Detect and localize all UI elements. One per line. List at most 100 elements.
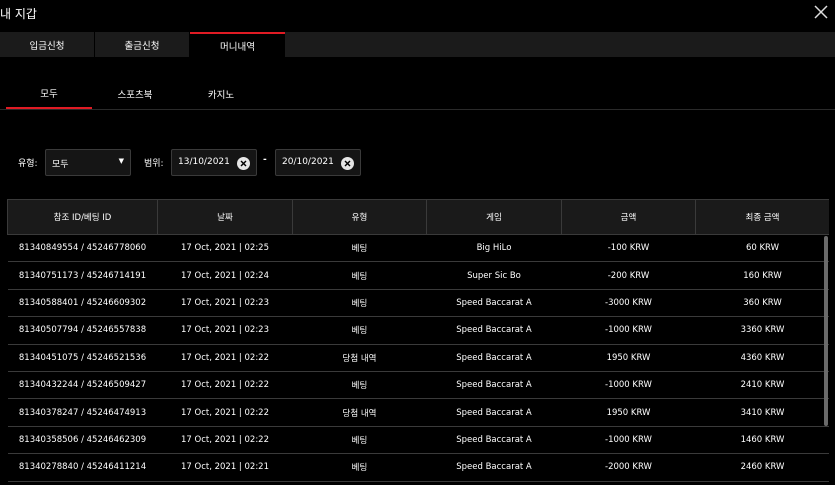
cell-type: 당첨 내역 xyxy=(292,398,427,427)
table-row: 81340588401 / 45246609302 17 Oct, 2021 | … xyxy=(7,289,829,318)
cell-date: 17 Oct, 2021 | 02:22 xyxy=(157,398,293,427)
cell-final-amount: 60 KRW xyxy=(695,234,829,263)
col-header-game: 게임 xyxy=(426,199,562,235)
main-tabs: 입금신청 출금신청 머니내역 xyxy=(0,32,835,57)
date-range-separator: - xyxy=(263,155,267,165)
col-header-ref-id: 참조 ID/베팅 ID xyxy=(7,199,158,235)
cell-game: Speed Baccarat A xyxy=(426,398,562,427)
sub-tabs: 모두 스포츠북 카지노 xyxy=(0,78,835,110)
cell-amount: 1950 KRW xyxy=(561,398,696,427)
cell-type: 베팅 xyxy=(292,371,427,400)
col-header-date: 날짜 xyxy=(157,199,293,235)
cell-amount: -1000 KRW xyxy=(561,316,696,345)
cell-amount: -1000 KRW xyxy=(561,426,696,455)
type-select[interactable]: 모두 ▼ xyxy=(45,149,131,176)
subtab-all[interactable]: 모두 xyxy=(6,78,92,109)
date-from-field[interactable]: 13/10/2021 xyxy=(171,149,257,176)
cell-game: Speed Baccarat A xyxy=(426,453,562,482)
cell-game: Speed Baccarat A xyxy=(426,316,562,345)
close-button[interactable] xyxy=(811,2,831,22)
clear-date-to-button[interactable] xyxy=(341,157,354,170)
cell-date: 17 Oct, 2021 | 02:24 xyxy=(157,261,293,290)
cell-game: Speed Baccarat A xyxy=(426,289,562,318)
cell-type: 당첨 내역 xyxy=(292,344,427,372)
cell-game: Speed Baccarat A xyxy=(426,371,562,400)
cell-final-amount: 4360 KRW xyxy=(695,344,829,372)
table-row: 81340451075 / 45246521536 17 Oct, 2021 | … xyxy=(7,344,829,372)
cell-final-amount: 2460 KRW xyxy=(695,453,829,482)
cell-final-amount: 3410 KRW xyxy=(695,398,829,427)
cell-ref-id: 81340432244 / 45246509427 xyxy=(7,371,158,400)
date-from-value: 13/10/2021 xyxy=(178,157,230,167)
subtab-casino[interactable]: 카지노 xyxy=(178,78,264,109)
table-header-row: 참조 ID/베팅 ID 날짜 유형 게임 금액 최종 금액 xyxy=(7,199,829,235)
table-row: 81340378247 / 45246474913 17 Oct, 2021 | … xyxy=(7,398,829,427)
range-label: 범위: xyxy=(144,159,164,169)
cell-amount: -3000 KRW xyxy=(561,289,696,318)
type-label: 유형: xyxy=(18,159,38,169)
cell-amount: -200 KRW xyxy=(561,261,696,290)
cell-date: 17 Oct, 2021 | 02:22 xyxy=(157,371,293,400)
cell-final-amount: 360 KRW xyxy=(695,289,829,318)
cell-type: 베팅 xyxy=(292,289,427,318)
cell-amount: -1000 KRW xyxy=(561,371,696,400)
clear-icon xyxy=(344,160,351,167)
cell-date: 17 Oct, 2021 | 02:25 xyxy=(157,234,293,263)
cell-ref-id: 81340278840 / 45246411214 xyxy=(7,453,158,482)
cell-amount: 1950 KRW xyxy=(561,344,696,372)
table-row: 81340432244 / 45246509427 17 Oct, 2021 | … xyxy=(7,371,829,400)
col-header-amount: 금액 xyxy=(561,199,696,235)
table-scrollbar[interactable] xyxy=(824,236,828,426)
cell-type: 베팅 xyxy=(292,426,427,455)
col-header-final-amount: 최종 금액 xyxy=(695,199,829,235)
cell-type: 베팅 xyxy=(292,261,427,290)
history-table: 참조 ID/베팅 ID 날짜 유형 게임 금액 최종 금액 8134084955… xyxy=(7,199,829,482)
cell-type: 베팅 xyxy=(292,234,427,263)
caret-down-icon: ▼ xyxy=(118,157,124,165)
cell-ref-id: 81340588401 / 45246609302 xyxy=(7,289,158,318)
history-table-wrapper: 참조 ID/베팅 ID 날짜 유형 게임 금액 최종 금액 8134084955… xyxy=(7,199,829,485)
cell-amount: -2000 KRW xyxy=(561,453,696,482)
subtab-sportsbook[interactable]: 스포츠북 xyxy=(92,78,178,109)
cell-type: 베팅 xyxy=(292,316,427,345)
col-header-type: 유형 xyxy=(292,199,427,235)
cell-final-amount: 2410 KRW xyxy=(695,371,829,400)
cell-ref-id: 81340451075 / 45246521536 xyxy=(7,344,158,372)
cell-amount: -100 KRW xyxy=(561,234,696,263)
tab-deposit[interactable]: 입금신청 xyxy=(0,32,95,57)
cell-ref-id: 81340507794 / 45246557838 xyxy=(7,316,158,345)
clear-icon xyxy=(240,160,247,167)
title-bar: 내 지갑 xyxy=(0,0,835,28)
cell-type: 베팅 xyxy=(292,453,427,482)
cell-ref-id: 81340358506 / 45246462309 xyxy=(7,426,158,455)
cell-ref-id: 81340378247 / 45246474913 xyxy=(7,398,158,427)
table-row: 81340849554 / 45246778060 17 Oct, 2021 | … xyxy=(7,234,829,263)
cell-date: 17 Oct, 2021 | 02:23 xyxy=(157,316,293,345)
cell-game: Speed Baccarat A xyxy=(426,344,562,372)
date-to-field[interactable]: 20/10/2021 xyxy=(275,149,361,176)
cell-date: 17 Oct, 2021 | 02:21 xyxy=(157,453,293,482)
cell-game: Super Sic Bo xyxy=(426,261,562,290)
cell-date: 17 Oct, 2021 | 02:23 xyxy=(157,289,293,318)
table-row: 81340751173 / 45246714191 17 Oct, 2021 | … xyxy=(7,261,829,290)
page-title: 내 지갑 xyxy=(0,7,37,21)
close-icon xyxy=(814,5,828,19)
cell-date: 17 Oct, 2021 | 02:22 xyxy=(157,426,293,455)
cell-date: 17 Oct, 2021 | 02:22 xyxy=(157,344,293,372)
cell-ref-id: 81340751173 / 45246714191 xyxy=(7,261,158,290)
cell-final-amount: 1460 KRW xyxy=(695,426,829,455)
cell-game: Speed Baccarat A xyxy=(426,426,562,455)
clear-date-from-button[interactable] xyxy=(237,157,250,170)
table-row: 81340358506 / 45246462309 17 Oct, 2021 | … xyxy=(7,426,829,455)
type-select-value: 모두 xyxy=(52,160,69,170)
cell-game: Big HiLo xyxy=(426,234,562,263)
tab-withdraw[interactable]: 출금신청 xyxy=(95,32,190,57)
cell-final-amount: 3360 KRW xyxy=(695,316,829,345)
table-row: 81340278840 / 45246411214 17 Oct, 2021 | … xyxy=(7,453,829,482)
cell-final-amount: 160 KRW xyxy=(695,261,829,290)
tab-money-history[interactable]: 머니내역 xyxy=(190,32,285,57)
table-row: 81340507794 / 45246557838 17 Oct, 2021 | … xyxy=(7,316,829,345)
cell-ref-id: 81340849554 / 45246778060 xyxy=(7,234,158,263)
date-to-value: 20/10/2021 xyxy=(282,157,334,167)
filters-bar: 유형: 모두 ▼ 범위: 13/10/2021 - 20/10/2021 xyxy=(0,149,835,176)
